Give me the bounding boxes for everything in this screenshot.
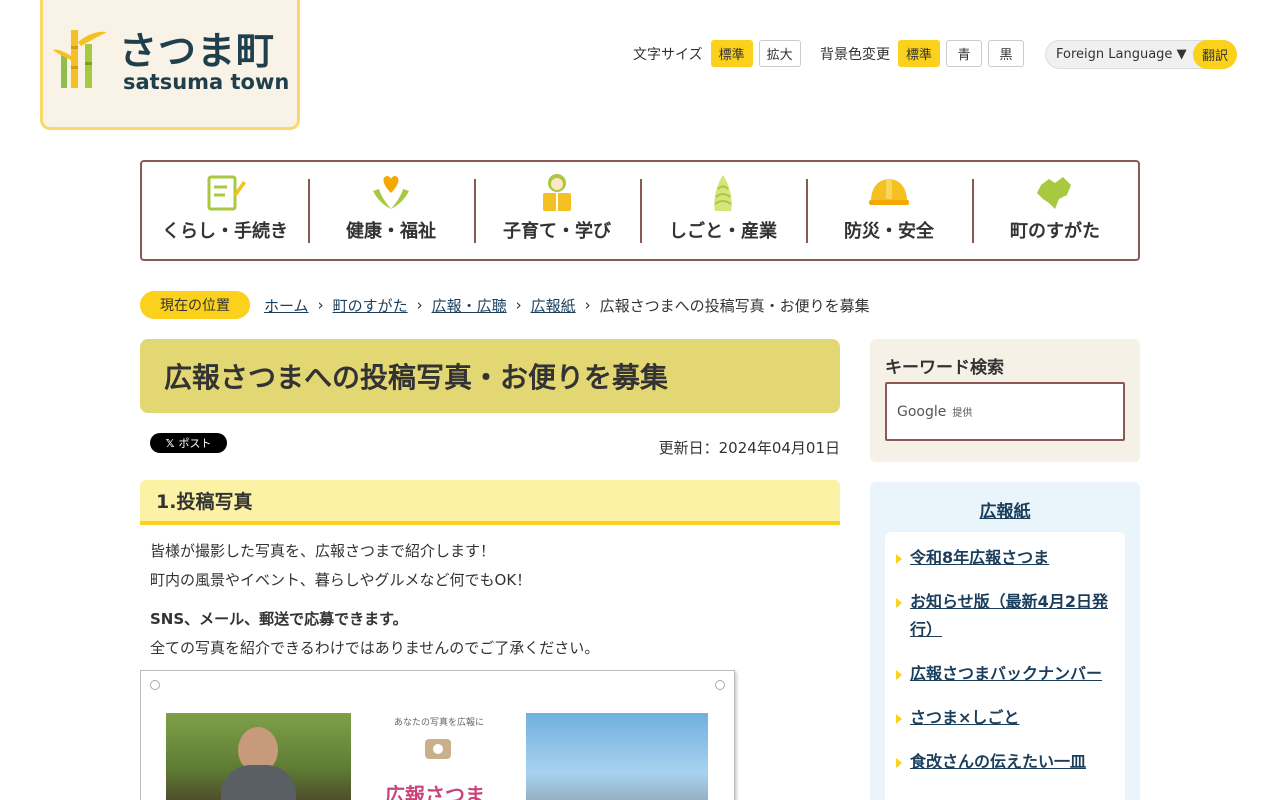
- keyword-search: キーワード検索 Google 提供: [870, 339, 1140, 462]
- nav-item-living[interactable]: くらし・手続き: [142, 175, 308, 243]
- poster-photo-sky: [526, 713, 708, 800]
- bg-blue-button[interactable]: 青: [946, 40, 982, 67]
- sidebar-link-r8[interactable]: 令和8年広報さつま: [910, 548, 1049, 567]
- heart-hands-icon: [373, 175, 409, 209]
- body-text-bold: SNS、メール、郵送で応募できます。: [150, 610, 408, 628]
- nav-item-disaster[interactable]: 防災・安全: [806, 178, 972, 243]
- updated-date: 更新日：2024年04月01日: [658, 439, 840, 457]
- nav-item-childcare[interactable]: 子育て・学び: [474, 173, 640, 243]
- nav-label: くらし・手続き: [162, 220, 288, 242]
- nav-label: しごと・産業: [669, 220, 777, 242]
- chevron-down-icon: ▼: [1176, 47, 1187, 62]
- current-location-badge: 現在の位置: [140, 291, 250, 319]
- bg-color-label: 背景色変更: [820, 46, 890, 63]
- logo-english: satsuma town: [123, 70, 290, 94]
- section-heading: 1.投稿写真: [140, 480, 840, 525]
- chevron-right-icon: ›: [317, 296, 324, 314]
- sidebar-title: 広報紙: [870, 497, 1140, 522]
- bamboo-shoot-icon: [714, 174, 732, 211]
- pin-icon: [715, 680, 725, 690]
- sidebar-item: 広報さつまバックナンバー: [896, 660, 1115, 688]
- x-logo-icon: 𝕏: [165, 436, 175, 450]
- sidebar-link-notice[interactable]: お知らせ版（最新4月2日発行）: [910, 592, 1108, 639]
- search-title: キーワード検索: [885, 358, 1004, 378]
- breadcrumb-newsletter[interactable]: 広報紙: [531, 295, 576, 316]
- language-select[interactable]: Foreign Language ▼: [1046, 47, 1193, 62]
- chevron-right-icon: ›: [584, 296, 591, 314]
- bg-color-controls: 背景色変更 標準 青 黒: [820, 40, 1024, 67]
- font-standard-button[interactable]: 標準: [710, 40, 753, 67]
- breadcrumb-town[interactable]: 町のすがた: [333, 295, 408, 316]
- pencil-note-icon: [207, 175, 246, 210]
- breadcrumb-home[interactable]: ホーム: [264, 295, 309, 316]
- font-size-label: 文字サイズ: [633, 46, 703, 63]
- google-label: Google: [897, 403, 947, 420]
- chevron-right-icon: ›: [416, 296, 423, 314]
- poster-caption: あなたの写真を広報に: [394, 718, 485, 728]
- page-title: 広報さつまへの投稿写真・お便りを募集: [140, 339, 840, 413]
- font-large-button[interactable]: 拡大: [758, 40, 801, 67]
- sidebar-link-backnumber[interactable]: 広報さつまバックナンバー: [910, 664, 1102, 683]
- language-select-label: Foreign Language: [1056, 47, 1173, 62]
- translate-button[interactable]: 翻訳: [1193, 40, 1237, 69]
- sidebar-item: さつま×しごと: [896, 704, 1115, 732]
- breadcrumb: 現在の位置 ホーム › 町のすがた › 広報・広聴 › 広報紙 › 広報さつまへ…: [140, 291, 870, 319]
- x-post-button[interactable]: 𝕏 ポスト: [150, 433, 227, 453]
- body-text: 町内の風景やイベント、暮らしやグルメなど何でもOK！: [150, 571, 532, 589]
- nav-label: 町のすがた: [1010, 220, 1100, 242]
- nav-item-health[interactable]: 健康・福祉: [308, 175, 474, 243]
- sidebar-item: 令和8年広報さつま: [896, 544, 1115, 572]
- sidebar-link-work[interactable]: さつま×しごと: [910, 708, 1019, 727]
- site-logo[interactable]: さつま町 satsuma town: [40, 0, 300, 130]
- poster-brand: 広報さつま: [385, 783, 485, 800]
- nav-label: 防災・安全: [844, 220, 934, 242]
- sidebar-list: 令和8年広報さつま お知らせ版（最新4月2日発行） 広報さつまバックナンバー さ…: [885, 532, 1125, 800]
- body-text: 皆様が撮影した写真を、広報さつまで紹介します！: [150, 542, 496, 560]
- town-map-icon: [1037, 176, 1071, 209]
- nav-label: 健康・福祉: [346, 220, 436, 242]
- breadcrumb-pr[interactable]: 広報・広聴: [432, 295, 507, 316]
- bamboo-logo-icon: [53, 30, 107, 88]
- pin-icon: [150, 680, 160, 690]
- global-nav: くらし・手続き 健康・福祉 子育て・学び しごと・産業 防災・安全 町のすがた: [140, 160, 1140, 261]
- bg-standard-button[interactable]: 標準: [898, 40, 940, 67]
- nav-item-town[interactable]: 町のすがた: [972, 176, 1138, 243]
- sidebar-title-link[interactable]: 広報紙: [980, 502, 1031, 522]
- sidebar-newsletter: 広報紙 令和8年広報さつま お知らせ版（最新4月2日発行） 広報さつまバックナン…: [870, 482, 1140, 800]
- helmet-icon: [869, 178, 909, 205]
- child-book-icon: [543, 173, 571, 211]
- bg-black-button[interactable]: 黒: [988, 40, 1024, 67]
- camera-icon: [425, 739, 451, 759]
- logo-japanese: さつま町: [119, 29, 276, 73]
- poster-photo-person: [166, 713, 351, 800]
- chevron-right-icon: ›: [515, 296, 522, 314]
- provided-label: 提供: [952, 408, 973, 419]
- font-size-controls: 文字サイズ 標準 拡大: [633, 40, 801, 67]
- sidebar-item: 食改さんの伝えたい一皿: [896, 748, 1115, 776]
- body-text: 全ての写真を紹介できるわけではありませんのでご了承ください。: [150, 639, 600, 657]
- nav-label: 子育て・学び: [503, 220, 611, 242]
- breadcrumb-current: 広報さつまへの投稿写真・お便りを募集: [599, 296, 870, 315]
- search-input[interactable]: Google 提供: [885, 382, 1125, 441]
- x-post-label: ポスト: [178, 437, 212, 450]
- sidebar-link-dish[interactable]: 食改さんの伝えたい一皿: [910, 752, 1086, 771]
- sidebar-item: お知らせ版（最新4月2日発行）: [896, 588, 1115, 644]
- poster-image: あなたの写真を広報に 広報さつま: [140, 670, 735, 800]
- language-selector[interactable]: Foreign Language ▼ 翻訳: [1045, 40, 1237, 69]
- nav-item-work[interactable]: しごと・産業: [640, 174, 806, 243]
